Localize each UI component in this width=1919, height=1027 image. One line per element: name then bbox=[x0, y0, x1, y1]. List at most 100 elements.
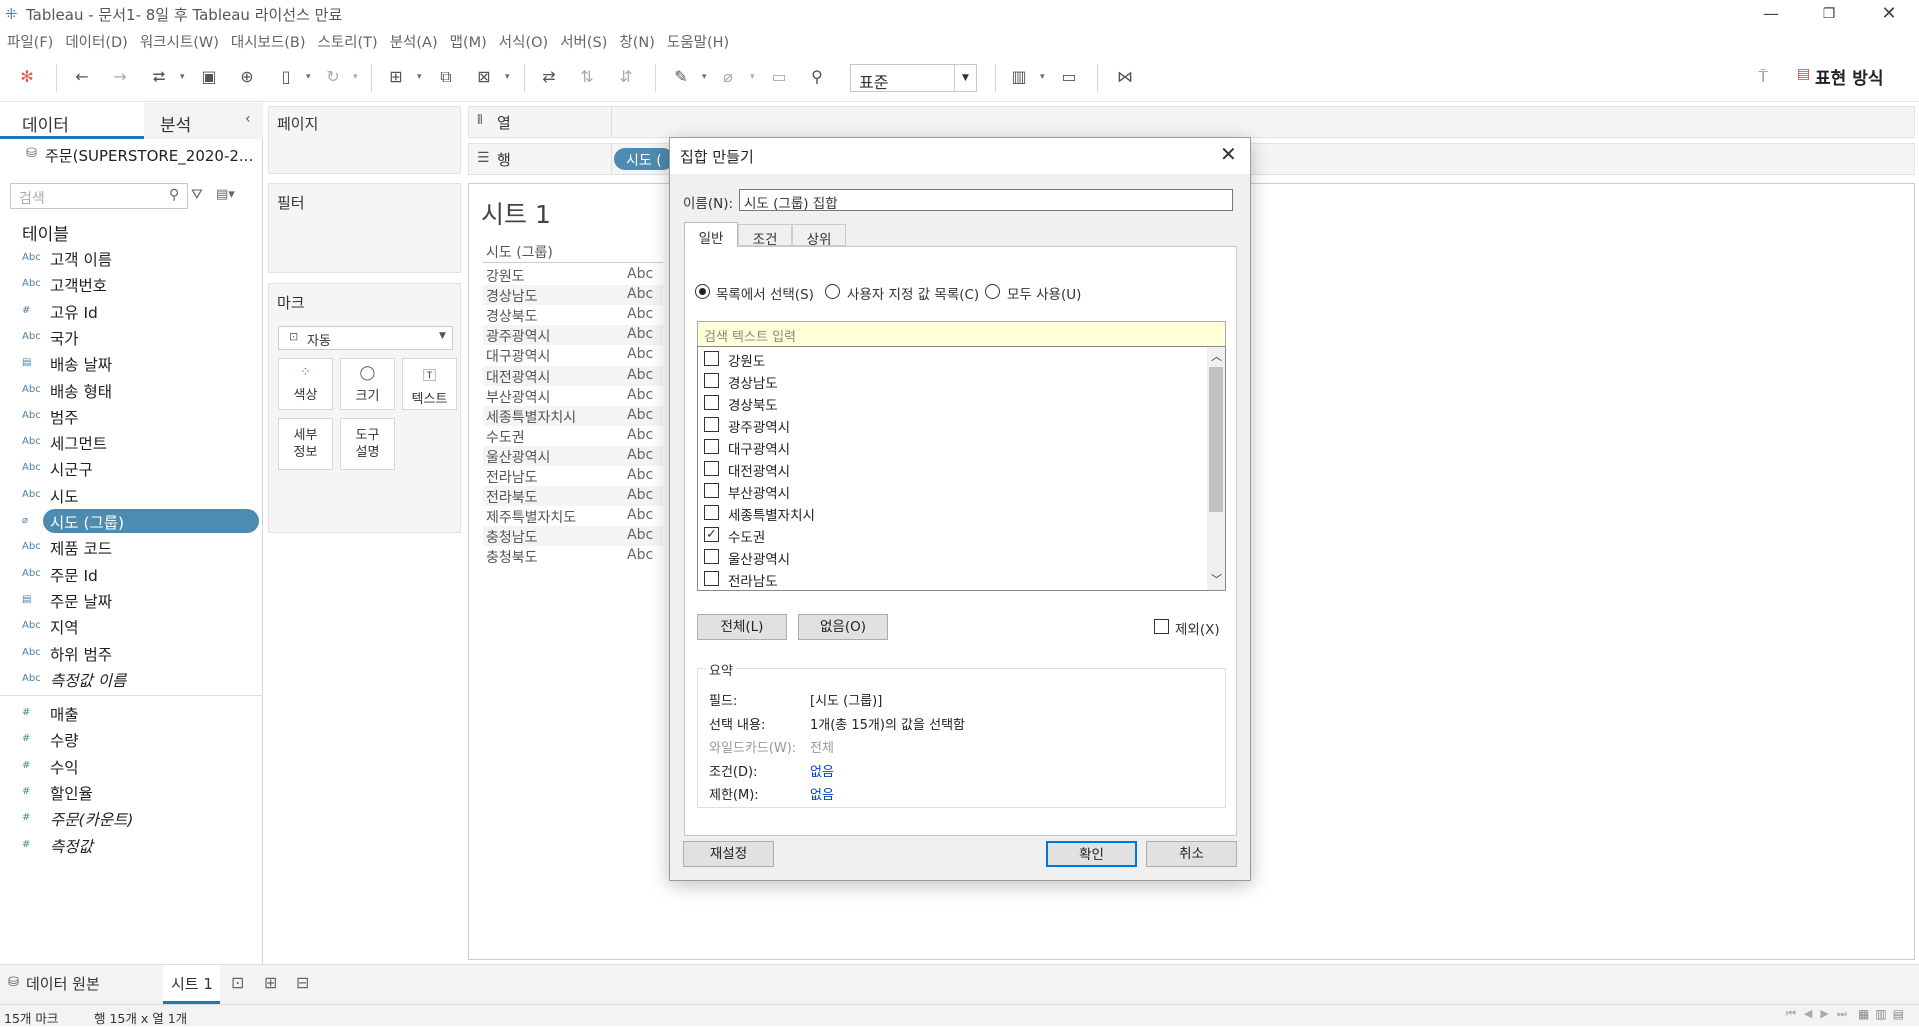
item-checkbox[interactable]: ✓ bbox=[704, 527, 719, 542]
scroll-up-icon[interactable]: ︿ bbox=[1211, 348, 1222, 364]
field-item[interactable]: ▤ 주문 날짜 bbox=[0, 588, 263, 612]
close-window-icon[interactable]: ✕ bbox=[1866, 0, 1912, 28]
field-item[interactable]: ▤ 배송 날짜 bbox=[0, 351, 263, 375]
pin-icon[interactable]: ⚲ bbox=[806, 66, 828, 88]
name-input[interactable]: 시도 (그룹) 집합 bbox=[739, 189, 1233, 212]
list-item[interactable]: 대구광역시 bbox=[704, 437, 1104, 459]
scroll-down-icon[interactable]: ﹀ bbox=[1211, 571, 1222, 587]
new-worksheet-icon[interactable]: ⊞ bbox=[385, 66, 407, 88]
field-item[interactable]: Abc 시군구 bbox=[0, 456, 263, 480]
close-icon[interactable]: ✕ bbox=[1220, 142, 1237, 166]
field-item[interactable]: Abc 배송 형태 bbox=[0, 378, 263, 402]
table-row[interactable]: 강원도 Abc bbox=[483, 265, 663, 285]
share-icon[interactable]: ⋈ bbox=[1114, 66, 1136, 88]
restore-icon[interactable]: ❐ bbox=[1806, 0, 1852, 28]
field-item[interactable]: # 고유 Id bbox=[0, 299, 263, 323]
undo-icon[interactable]: ← bbox=[71, 66, 93, 88]
table-row[interactable]: 대구광역시 Abc bbox=[483, 345, 663, 365]
new-datasource-icon[interactable]: ⊕ bbox=[236, 66, 258, 88]
item-checkbox[interactable] bbox=[704, 395, 719, 410]
duplicate-icon[interactable]: ⧉ bbox=[435, 66, 457, 88]
list-item[interactable]: 경상남도 bbox=[704, 371, 1104, 393]
list-item[interactable]: 대전광역시 bbox=[704, 459, 1104, 481]
tab-general[interactable]: 일반 bbox=[684, 222, 738, 247]
item-checkbox[interactable] bbox=[704, 483, 719, 498]
mark-type-select[interactable]: ⊡ 자동 ▼ bbox=[278, 326, 453, 350]
new-worksheet-tab-icon[interactable]: ⊡ bbox=[231, 973, 244, 992]
field-item[interactable]: Abc 세그먼트 bbox=[0, 430, 263, 454]
show-me-chart-icon[interactable]: ▥ bbox=[1008, 66, 1030, 88]
menu-data[interactable]: 데이터(D) bbox=[58, 28, 133, 52]
refresh-icon[interactable]: ↻ bbox=[322, 66, 344, 88]
presentation-icon[interactable]: ▭ bbox=[1058, 66, 1080, 88]
field-item[interactable]: # 측정값 bbox=[0, 833, 263, 857]
menu-window[interactable]: 창(N) bbox=[612, 28, 660, 52]
field-item[interactable]: Abc 시도 bbox=[0, 483, 263, 507]
highlight-icon[interactable]: ✎ bbox=[670, 66, 692, 88]
summary-value[interactable]: 없음 bbox=[810, 784, 834, 803]
sort-ascending-icon[interactable]: ⇅ bbox=[576, 66, 598, 88]
chevron-down-icon[interactable]: ▼ bbox=[954, 65, 976, 91]
list-item[interactable]: 강원도 bbox=[704, 349, 1104, 371]
radio-use-all-label[interactable]: 모두 사용(U) bbox=[1007, 283, 1081, 303]
field-item[interactable]: Abc 지역 bbox=[0, 614, 263, 638]
field-item[interactable]: # 할인율 bbox=[0, 780, 263, 804]
redo-icon[interactable]: → bbox=[109, 66, 131, 88]
list-item[interactable]: 부산광역시 bbox=[704, 481, 1104, 503]
pause-updates-icon[interactable]: ▯ bbox=[275, 66, 297, 88]
show-me-icon[interactable]: ▤ bbox=[1797, 66, 1810, 82]
menu-story[interactable]: 스토리(T) bbox=[310, 28, 382, 52]
collapse-icon[interactable]: ‹ bbox=[245, 111, 251, 127]
new-dashboard-tab-icon[interactable]: ⊞ bbox=[264, 973, 277, 992]
clear-sheet-icon[interactable]: ⊠ bbox=[473, 66, 495, 88]
pages-card[interactable]: 페이지 bbox=[268, 106, 461, 174]
tab-top[interactable]: 상위 bbox=[792, 224, 846, 248]
exclude-checkbox[interactable] bbox=[1154, 619, 1169, 634]
table-row[interactable]: 경상북도 Abc bbox=[483, 305, 663, 325]
menu-map[interactable]: 맵(M) bbox=[443, 28, 492, 52]
table-row[interactable]: 충청남도 Abc bbox=[483, 526, 663, 547]
field-item[interactable]: Abc 주문 Id bbox=[0, 562, 263, 586]
summary-value[interactable]: 없음 bbox=[810, 761, 834, 780]
menu-file[interactable]: 파일(F) bbox=[0, 28, 58, 52]
tab-sheet-1[interactable]: 시트 1 bbox=[163, 965, 220, 1004]
rows-pill[interactable]: 시도 ( bbox=[614, 148, 674, 170]
tab-condition[interactable]: 조건 bbox=[738, 224, 792, 248]
menu-dashboard[interactable]: 대시보드(B) bbox=[224, 28, 311, 52]
table-row[interactable]: 전라북도 Abc bbox=[483, 486, 663, 507]
field-item[interactable]: # 매출 bbox=[0, 701, 263, 725]
item-checkbox[interactable] bbox=[704, 417, 719, 432]
tab-datasource[interactable]: 데이터 원본 bbox=[26, 973, 100, 994]
item-checkbox[interactable] bbox=[704, 505, 719, 520]
field-item[interactable]: Abc 제품 코드 bbox=[0, 535, 263, 559]
radio-custom-list-label[interactable]: 사용자 지정 값 목록(C) bbox=[847, 283, 979, 303]
minimize-icon[interactable]: — bbox=[1748, 0, 1794, 28]
view-options-icon[interactable]: ▤▾ bbox=[216, 187, 235, 202]
menu-help[interactable]: 도움말(H) bbox=[660, 28, 734, 52]
show-me-label[interactable]: 표현 방식 bbox=[1815, 64, 1883, 89]
select-all-button[interactable]: 전체(L) bbox=[697, 614, 787, 640]
scroll-thumb[interactable] bbox=[1209, 367, 1223, 512]
ok-button[interactable]: 확인 bbox=[1046, 841, 1137, 867]
sort-descending-icon[interactable]: ⇵ bbox=[615, 66, 637, 88]
item-checkbox[interactable] bbox=[704, 351, 719, 366]
item-checkbox[interactable] bbox=[704, 439, 719, 454]
field-search-input[interactable]: 검색 ⚲ bbox=[10, 183, 188, 209]
color-button[interactable]: ⁘ 색상 bbox=[278, 358, 333, 410]
datasource-name[interactable]: 주문(SUPERSTORE_2020-2... bbox=[45, 145, 253, 166]
labels-icon[interactable]: ▭ bbox=[768, 66, 790, 88]
exclude-label[interactable]: 제외(X) bbox=[1175, 618, 1220, 638]
menu-analysis[interactable]: 분석(A) bbox=[383, 28, 443, 52]
table-row[interactable]: 제주특별자치도 Abc bbox=[483, 506, 663, 526]
item-checkbox[interactable] bbox=[704, 373, 719, 388]
item-checkbox[interactable] bbox=[704, 461, 719, 476]
filters-card[interactable]: 필터 bbox=[268, 183, 461, 273]
save-icon[interactable]: ▣ bbox=[198, 66, 220, 88]
tooltip-button[interactable]: 도구 설명 bbox=[340, 418, 395, 470]
menu-format[interactable]: 서식(O) bbox=[492, 28, 553, 52]
list-item[interactable]: 경상북도 bbox=[704, 393, 1104, 415]
table-row[interactable]: 부산광역시 Abc bbox=[483, 386, 663, 406]
radio-select-from-list-label[interactable]: 목록에서 선택(S) bbox=[716, 283, 814, 303]
select-none-button[interactable]: 없음(O) bbox=[798, 614, 888, 640]
filter-icon[interactable]: ⛛ bbox=[191, 187, 203, 203]
